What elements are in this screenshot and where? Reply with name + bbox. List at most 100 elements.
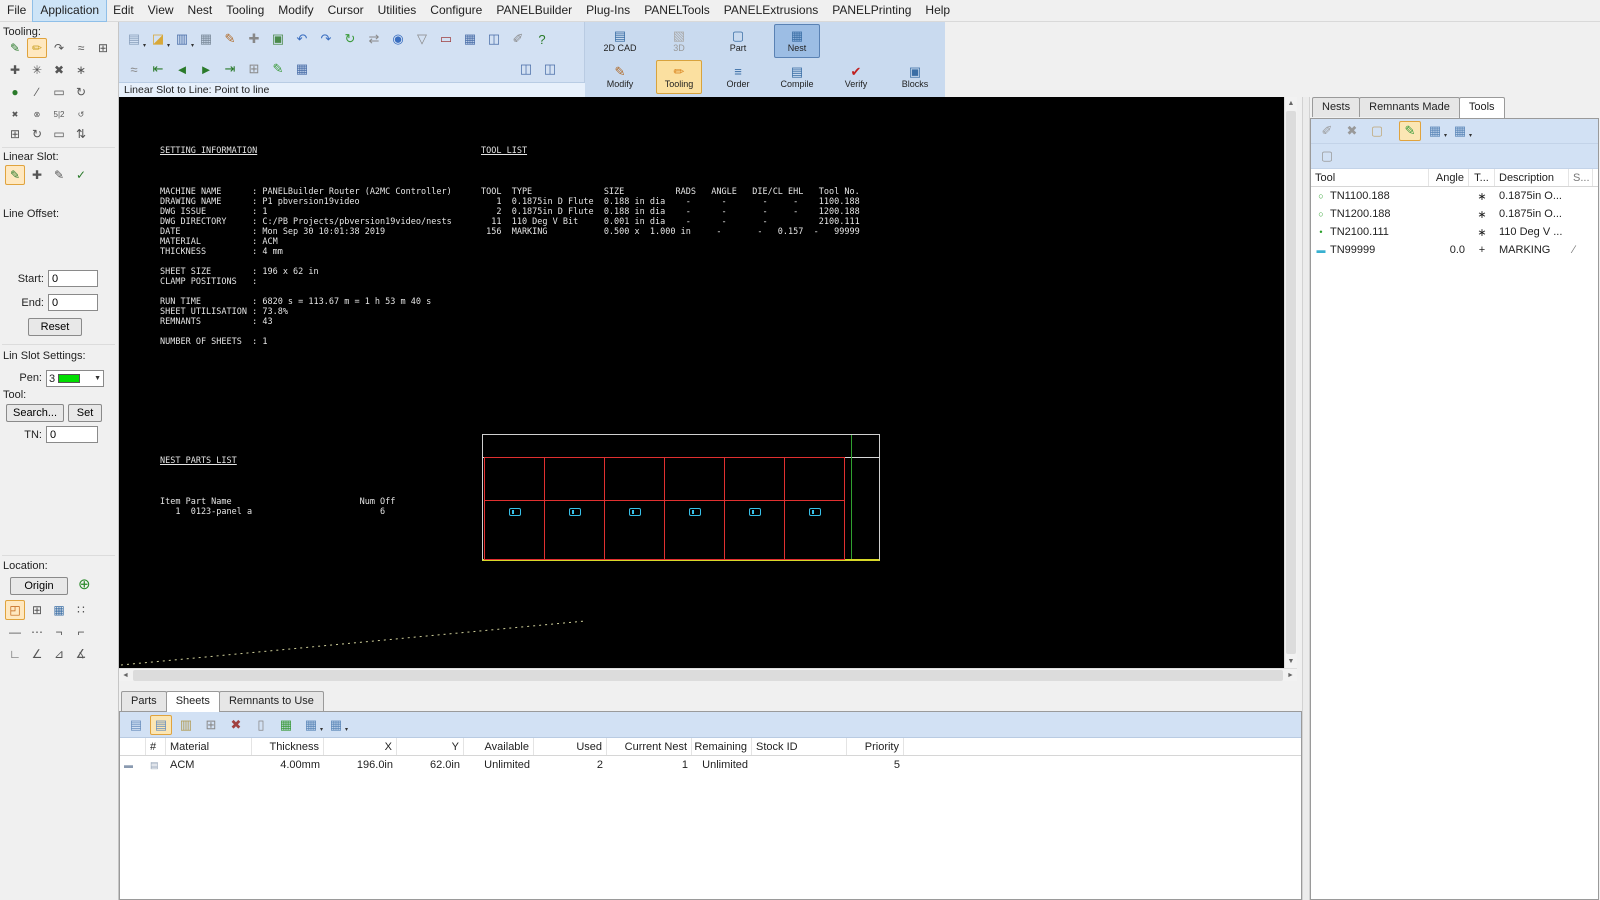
start-input[interactable] bbox=[48, 270, 98, 287]
scroll-right-icon[interactable]: ► bbox=[1284, 672, 1297, 679]
mode-button-2d-cad[interactable]: ▤ 2D CAD bbox=[597, 24, 643, 58]
toolbar-icon-sheet-table[interactable]: ▦ bbox=[291, 59, 313, 79]
menu-item-cursor[interactable]: Cursor bbox=[321, 0, 371, 21]
toolbar-icon-grid-edit[interactable]: ⊞ bbox=[243, 59, 265, 79]
location-icon-angle-right[interactable]: ∟ bbox=[5, 644, 25, 664]
toolbar-icon-branch[interactable]: ⇄ bbox=[363, 27, 385, 51]
location-icon-corner-origin[interactable]: ◰ bbox=[5, 600, 25, 620]
nest-panel[interactable] bbox=[544, 457, 605, 560]
tool-icon-dot-tool[interactable]: ● bbox=[5, 82, 25, 102]
location-icon-grid-snap[interactable]: ⊞ bbox=[27, 600, 47, 620]
menu-item-application[interactable]: Application bbox=[33, 0, 106, 21]
toolbar-icon-copy-sheet[interactable]: ▤ bbox=[150, 715, 172, 735]
toolbar-icon-window-split-h[interactable]: ◫ bbox=[515, 59, 537, 79]
menu-item-panelbuilder[interactable]: PANELBuilder bbox=[489, 0, 579, 21]
header-priority[interactable]: Priority bbox=[847, 738, 904, 755]
tab-remnants-made[interactable]: Remnants Made bbox=[1359, 97, 1460, 117]
toolbar-icon-new-sheet[interactable]: ▤ bbox=[125, 715, 147, 735]
mode-button-order[interactable]: ≡ Order bbox=[715, 60, 761, 94]
toolbar-icon-go-first[interactable]: ⇤ bbox=[147, 59, 169, 79]
tool-row[interactable]: • TN2100.111 ∗ 110 Deg V ... bbox=[1311, 223, 1598, 241]
end-input[interactable] bbox=[48, 294, 98, 311]
tool-icon-slot-grid[interactable]: ⊞ bbox=[93, 38, 113, 58]
sheet-row[interactable]: ▬ ▤ ACM 4.00mm 196.0in 62.0in Unlimited … bbox=[120, 756, 1301, 774]
linear-slot-icon-linear-slot-add[interactable]: ✚ bbox=[27, 165, 47, 185]
toolbar-icon-view-list[interactable]: ▦ bbox=[1424, 121, 1446, 141]
tool-row[interactable]: ○ TN1200.188 ∗ 0.1875in O... bbox=[1311, 205, 1598, 223]
header-angle[interactable]: Angle bbox=[1429, 169, 1469, 186]
header-stock-id[interactable]: Stock ID bbox=[752, 738, 847, 755]
tool-icon-grid-tool[interactable]: ⊞ bbox=[5, 124, 25, 144]
tool-icon-swirl-tool[interactable]: ↺ bbox=[71, 104, 91, 124]
toolbar-icon-filter[interactable]: ▽ bbox=[411, 27, 433, 51]
mode-button-3d[interactable]: ▧ 3D bbox=[656, 24, 702, 58]
mode-button-modify[interactable]: ✎ Modify bbox=[597, 60, 643, 94]
tool-icon-flip-tool[interactable]: ⇅ bbox=[71, 124, 91, 144]
set-button[interactable]: Set bbox=[68, 404, 102, 422]
header-remaining[interactable]: Remaining bbox=[692, 738, 752, 755]
nest-panel[interactable] bbox=[604, 457, 665, 560]
tool-icon-slot-arc[interactable]: ↷ bbox=[49, 38, 69, 58]
toolbar-icon-undo[interactable]: ↶ bbox=[291, 27, 313, 51]
toolbar-icon-run-tool[interactable]: ✐ bbox=[507, 27, 529, 51]
toolbar-icon-open-tool[interactable]: ▢ bbox=[1366, 121, 1388, 141]
nest-panel[interactable] bbox=[724, 457, 785, 560]
location-icon-line-horizontal[interactable]: — bbox=[5, 622, 25, 642]
mode-button-verify[interactable]: ✔ Verify bbox=[833, 60, 879, 94]
location-icon-angle-measure[interactable]: ∡ bbox=[71, 644, 91, 664]
tool-icon-star-tool[interactable]: ✳ bbox=[27, 60, 47, 80]
scroll-thumb[interactable] bbox=[1286, 111, 1296, 654]
toolbar-icon-view-detail[interactable]: ▦ bbox=[1449, 121, 1471, 141]
mode-button-part[interactable]: ▢ Part bbox=[715, 24, 761, 58]
location-icon-corner-right[interactable]: ⌐ bbox=[71, 622, 91, 642]
tool-row[interactable]: ○ TN1100.188 ∗ 0.1875in O... bbox=[1311, 187, 1598, 205]
menu-item-panelextrusions[interactable]: PANELExtrusions bbox=[717, 0, 825, 21]
menu-item-modify[interactable]: Modify bbox=[271, 0, 320, 21]
toolbar-icon-info[interactable]: ◉ bbox=[387, 27, 409, 51]
tool-icon-point-tool[interactable]: ∗ bbox=[71, 60, 91, 80]
toolbar-icon-snap-curve[interactable]: ≈ bbox=[123, 59, 145, 79]
scroll-left-icon[interactable]: ◄ bbox=[119, 672, 132, 679]
toolbar-icon-view-detail[interactable]: ▦ bbox=[325, 715, 347, 735]
toolbar-icon-help[interactable]: ? bbox=[531, 27, 553, 51]
tab-remnants-to-use[interactable]: Remnants to Use bbox=[219, 691, 324, 711]
location-icon-angle-tri[interactable]: ⊿ bbox=[49, 644, 69, 664]
panel-splitter[interactable] bbox=[1302, 97, 1310, 900]
linear-slot-icon-linear-slot-check[interactable]: ✓ bbox=[71, 165, 91, 185]
menu-item-configure[interactable]: Configure bbox=[423, 0, 489, 21]
nest-sheet[interactable] bbox=[482, 434, 880, 561]
toolbar-icon-frame[interactable]: ▭ bbox=[435, 27, 457, 51]
mode-button-tooling[interactable]: ✏ Tooling bbox=[656, 60, 702, 94]
mode-button-blocks[interactable]: ▣ Blocks bbox=[892, 60, 938, 94]
tool-icon-dash-tool[interactable]: ∕ bbox=[27, 82, 47, 102]
tool-icon-slot-pen[interactable]: ✎ bbox=[5, 38, 25, 58]
nest-panel[interactable] bbox=[784, 457, 845, 560]
menu-item-nest[interactable]: Nest bbox=[181, 0, 220, 21]
toolbar-icon-sheet-doc[interactable]: ▯ bbox=[250, 715, 272, 735]
tab-parts[interactable]: Parts bbox=[121, 691, 167, 711]
header-t[interactable]: T... bbox=[1469, 169, 1495, 186]
menu-item-help[interactable]: Help bbox=[918, 0, 957, 21]
origin-crosshair-icon[interactable]: ⊕ bbox=[78, 575, 91, 593]
tool-icon-cross-tool[interactable]: ✖ bbox=[49, 60, 69, 80]
toolbar-icon-refresh[interactable]: ↻ bbox=[339, 27, 361, 51]
header-tool[interactable]: Tool bbox=[1311, 169, 1429, 186]
origin-button[interactable]: Origin bbox=[10, 577, 68, 595]
menu-item-view[interactable]: View bbox=[141, 0, 181, 21]
toolbar-icon-duplicate-sheet[interactable]: ⊞ bbox=[200, 715, 222, 735]
toolbar-icon-view-list[interactable]: ▦ bbox=[300, 715, 322, 735]
toolbar-icon-window-grid[interactable]: ◫ bbox=[483, 27, 505, 51]
toolbar-icon-draw-pen[interactable]: ✎ bbox=[219, 27, 241, 51]
canvas-horizontal-scrollbar[interactable]: ◄ ► bbox=[119, 668, 1297, 681]
location-icon-corner-left[interactable]: ¬ bbox=[49, 622, 69, 642]
toolbar-icon-delete-tool[interactable]: ✖ bbox=[1341, 121, 1363, 141]
linear-slot-icon-linear-slot-pen[interactable]: ✎ bbox=[5, 165, 25, 185]
toolbar-icon-go-next[interactable]: ► bbox=[195, 59, 217, 79]
location-icon-angle-open[interactable]: ∠ bbox=[27, 644, 47, 664]
canvas-vertical-scrollbar[interactable]: ▲ ▼ bbox=[1284, 97, 1297, 668]
header-material[interactable]: Material bbox=[166, 738, 252, 755]
toolbar-icon-key-tool[interactable]: ✚ bbox=[243, 27, 265, 51]
toolbar-icon-pick-tool[interactable]: ✐ bbox=[1316, 121, 1338, 141]
header-description[interactable]: Description bbox=[1495, 169, 1569, 186]
header-thickness[interactable]: Thickness bbox=[252, 738, 324, 755]
